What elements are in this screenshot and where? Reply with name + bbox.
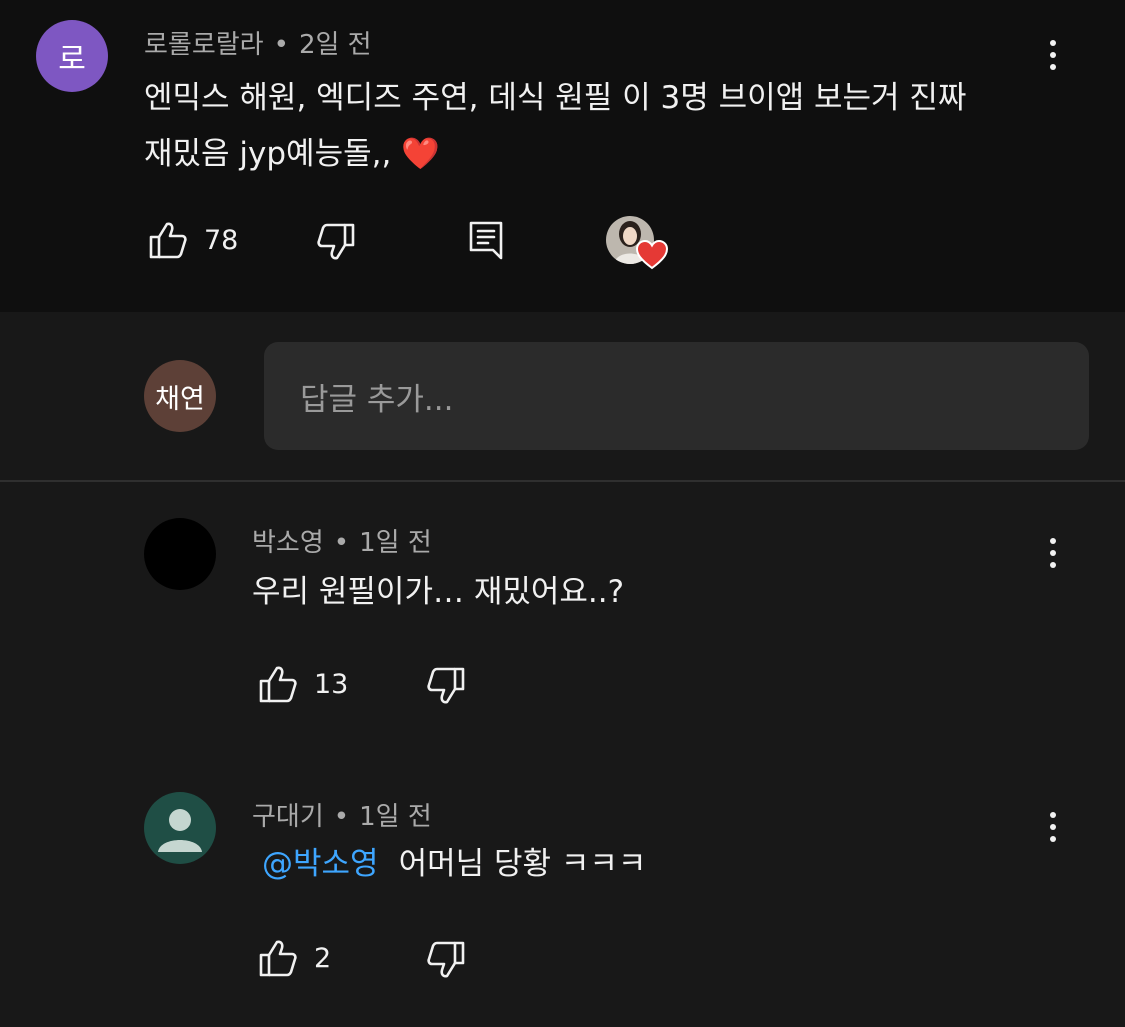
author-name[interactable]: 로롤로랄라 bbox=[144, 30, 264, 60]
separator-dot: • bbox=[333, 802, 350, 832]
like-button[interactable]: 2 bbox=[258, 938, 331, 978]
dislike-button[interactable] bbox=[426, 666, 466, 706]
dislike-button[interactable] bbox=[426, 940, 466, 980]
author-name[interactable]: 박소영 bbox=[252, 528, 324, 558]
like-button[interactable]: 13 bbox=[258, 664, 348, 704]
like-button[interactable]: 78 bbox=[148, 220, 238, 260]
separator-dot: • bbox=[333, 528, 350, 558]
creator-heart-icon bbox=[636, 240, 668, 270]
like-count: 13 bbox=[314, 668, 349, 700]
current-user-avatar[interactable]: 채연 bbox=[144, 360, 216, 432]
creator-heart bbox=[606, 216, 670, 272]
more-icon[interactable] bbox=[1043, 538, 1063, 578]
like-icon bbox=[148, 220, 188, 260]
top-comment: 로 로롤로랄라 • 2일 전 엔믹스 해원, 엑디즈 주연, 데식 원필 이 3명 … bbox=[0, 0, 1125, 312]
reply-placeholder: 답글 추가... bbox=[300, 382, 454, 418]
reply-avatar[interactable] bbox=[144, 518, 216, 590]
like-count: 2 bbox=[314, 942, 332, 974]
mention-link[interactable]: @박소영 bbox=[262, 846, 379, 882]
separator-dot: • bbox=[273, 30, 289, 60]
more-icon[interactable] bbox=[1043, 812, 1063, 852]
avatar-letter: 로 bbox=[58, 42, 86, 77]
reply-text: 우리 원필이가… 재밌어요..? bbox=[252, 574, 625, 610]
reply-avatar[interactable] bbox=[144, 792, 216, 864]
comment-meta: 로롤로랄라 • 2일 전 bbox=[144, 24, 372, 61]
like-icon bbox=[258, 664, 298, 704]
reply-meta: 박소영 • 1일 전 bbox=[252, 522, 432, 559]
dislike-icon bbox=[426, 940, 466, 980]
reply-button[interactable] bbox=[468, 220, 504, 262]
avatar[interactable]: 로 bbox=[36, 20, 108, 92]
divider bbox=[0, 480, 1125, 482]
timestamp[interactable]: 1일 전 bbox=[359, 802, 432, 832]
comment-text: 엔믹스 해원, 엑디즈 주연, 데식 원필 이 3명 브이앱 보는거 진짜 재밌… bbox=[144, 70, 966, 182]
comment-text-line: 재밌음 jyp예능돌,, ❤️ bbox=[144, 136, 440, 172]
comment-text-line: 엔믹스 해원, 엑디즈 주연, 데식 원필 이 3명 브이앱 보는거 진짜 bbox=[144, 80, 967, 116]
dislike-icon bbox=[426, 666, 466, 706]
reply-icon bbox=[468, 220, 504, 262]
reply-input[interactable]: 답글 추가... bbox=[264, 342, 1089, 450]
author-name[interactable]: 구대기 bbox=[252, 802, 324, 832]
reply-text: @박소영 어머님 당황 ㅋㅋㅋ bbox=[262, 836, 646, 892]
current-user-initials: 채연 bbox=[155, 383, 205, 415]
dislike-button[interactable] bbox=[316, 222, 356, 262]
timestamp[interactable]: 2일 전 bbox=[299, 30, 372, 60]
like-count: 78 bbox=[204, 224, 239, 256]
like-icon bbox=[258, 938, 298, 978]
reply-body: 어머님 당황 ㅋㅋㅋ bbox=[398, 846, 647, 882]
more-icon[interactable] bbox=[1043, 40, 1063, 80]
dislike-icon bbox=[316, 222, 356, 262]
timestamp[interactable]: 1일 전 bbox=[359, 528, 432, 558]
default-user-icon bbox=[158, 809, 202, 852]
reply-meta: 구대기 • 1일 전 bbox=[252, 796, 432, 833]
